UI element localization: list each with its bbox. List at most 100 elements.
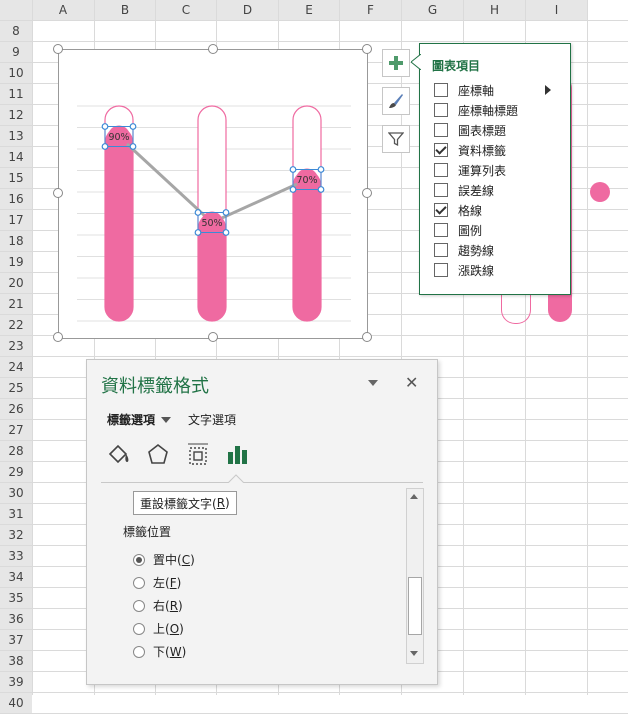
column-header-b[interactable]: B [95,0,155,20]
flyout-item[interactable]: 漲跌線 [434,261,494,279]
chart-filters-button[interactable] [382,125,410,153]
row-header-28[interactable]: 28 [0,441,32,461]
row-header-27[interactable]: 27 [0,420,32,440]
label-position-option[interactable]: 右(R) [133,597,183,614]
resize-handle-bottom-right[interactable] [362,332,372,342]
column-header-i[interactable]: I [526,0,587,20]
flyout-item[interactable]: 誤差線 [434,181,494,199]
select-all-corner[interactable] [0,0,32,20]
row-header-31[interactable]: 31 [0,504,32,524]
row-header-22[interactable]: 22 [0,315,32,335]
label-position-option[interactable]: 下(W) [133,643,186,660]
row-header-19[interactable]: 19 [0,252,32,272]
column-header-f[interactable]: F [340,0,401,20]
chart-area[interactable]: 90% 50% 70% [58,49,368,339]
row-header-12[interactable]: 12 [0,105,32,125]
fill-line-icon[interactable] [106,442,132,468]
effects-icon[interactable] [145,442,171,468]
row-header-34[interactable]: 34 [0,567,32,587]
radio-button[interactable] [133,599,145,612]
row-header-13[interactable]: 13 [0,126,32,146]
column-header-e[interactable]: E [279,0,339,20]
row-header-15[interactable]: 15 [0,168,32,188]
reset-label-text-button[interactable]: 重設標籤文字(R) [133,491,237,515]
label-options-icon[interactable] [226,442,250,466]
row-header-36[interactable]: 36 [0,609,32,629]
flyout-item[interactable]: 資料標籤 [434,141,506,159]
radio-button[interactable] [133,645,145,658]
submenu-arrow-icon[interactable] [545,85,551,95]
column-header-h[interactable]: H [464,0,525,20]
scroll-up-icon[interactable] [409,491,419,501]
resize-handle-top[interactable] [208,44,218,54]
checkbox[interactable] [434,103,448,117]
radio-button[interactable] [133,576,145,589]
checkbox[interactable] [434,123,448,137]
label-position-option[interactable]: 左(F) [133,574,181,591]
row-header-35[interactable]: 35 [0,588,32,608]
tab-label-options[interactable]: 標籤選項 [107,411,172,428]
radio-button[interactable] [133,622,145,635]
resize-handle-right[interactable] [362,188,372,198]
size-properties-icon[interactable] [185,442,211,468]
row-header-32[interactable]: 32 [0,525,32,545]
label-position-option[interactable]: 上(O) [133,620,184,637]
row-header-26[interactable]: 26 [0,399,32,419]
flyout-item[interactable]: 座標軸 [434,81,494,99]
row-header-11[interactable]: 11 [0,84,32,104]
resize-handle-left[interactable] [53,188,63,198]
column-header-g[interactable]: G [402,0,463,20]
checkbox[interactable] [434,83,448,97]
row-header-8[interactable]: 8 [0,21,32,41]
pane-options-dropdown-icon[interactable] [368,380,378,386]
row-header-33[interactable]: 33 [0,546,32,566]
column-header-c[interactable]: C [156,0,216,20]
pane-scrollbar[interactable] [406,488,424,664]
row-header-39[interactable]: 39 [0,672,32,692]
row-header-10[interactable]: 10 [0,63,32,83]
row-header-21[interactable]: 21 [0,294,32,314]
chart-plot[interactable]: 90% 50% 70% [59,50,367,338]
radio-button[interactable] [133,553,145,566]
flyout-item[interactable]: 座標軸標題 [434,101,518,119]
label-position-option[interactable]: 置中(C) [133,551,195,568]
resize-handle-bottom-left[interactable] [53,332,63,342]
row-header-18[interactable]: 18 [0,231,32,251]
column-header-a[interactable]: A [32,0,94,20]
row-header-25[interactable]: 25 [0,378,32,398]
row-header-16[interactable]: 16 [0,189,32,209]
scroll-down-icon[interactable] [409,649,419,659]
row-header-14[interactable]: 14 [0,147,32,167]
row-header-24[interactable]: 24 [0,357,32,377]
checkbox[interactable] [434,183,448,197]
flyout-item[interactable]: 圖例 [434,221,482,239]
checkbox[interactable] [434,163,448,177]
flyout-item[interactable]: 運算列表 [434,161,506,179]
row-header-17[interactable]: 17 [0,210,32,230]
column-header-d[interactable]: D [217,0,278,20]
checkbox[interactable] [434,243,448,257]
flyout-item[interactable]: 圖表標題 [434,121,506,139]
scroll-thumb[interactable] [408,577,422,635]
resize-handle-top-left[interactable] [53,44,63,54]
row-header-37[interactable]: 37 [0,630,32,650]
flyout-item[interactable]: 趨勢線 [434,241,494,259]
chart-elements-button[interactable] [382,49,410,77]
close-icon[interactable]: ✕ [405,373,418,392]
checkbox[interactable] [434,263,448,277]
chart-styles-button[interactable] [382,87,410,115]
checkbox[interactable] [434,143,448,157]
row-header-40[interactable]: 40 [0,693,32,713]
flyout-item[interactable]: 格線 [434,201,482,219]
resize-handle-bottom[interactable] [208,332,218,342]
tab-text-options[interactable]: 文字選項 [188,411,236,428]
row-header-9[interactable]: 9 [0,42,32,62]
checkbox[interactable] [434,203,448,217]
row-header-20[interactable]: 20 [0,273,32,293]
row-header-30[interactable]: 30 [0,483,32,503]
checkbox[interactable] [434,223,448,237]
row-header-23[interactable]: 23 [0,336,32,356]
row-header-29[interactable]: 29 [0,462,32,482]
row-header-38[interactable]: 38 [0,651,32,671]
resize-handle-top-right[interactable] [362,44,372,54]
